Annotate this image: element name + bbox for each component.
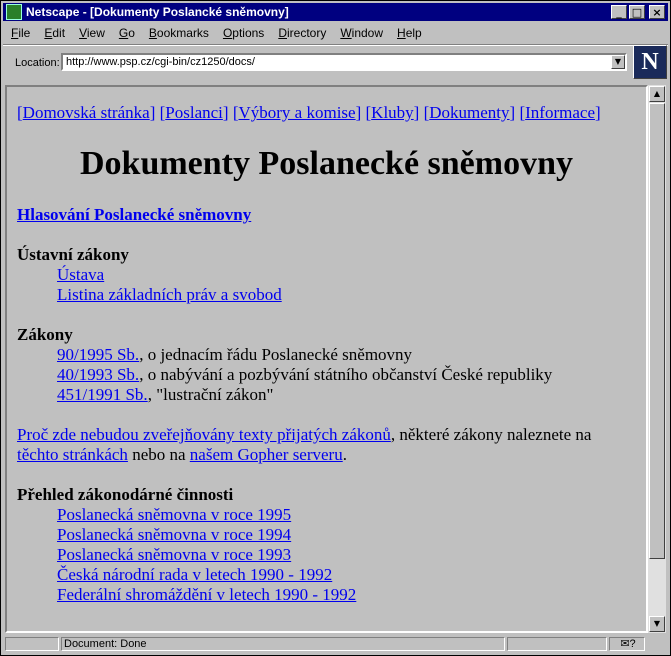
menu-edit[interactable]: Edit: [36, 26, 71, 40]
publication-note-continued: těchto stránkách nebo na našem Gopher se…: [17, 445, 347, 465]
law-item: 90/1995 Sb., o jednacím řádu Poslanecké …: [57, 345, 412, 365]
nav-link-deputies[interactable]: Poslanci: [165, 103, 223, 122]
law-link-90-1995[interactable]: 90/1995 Sb.: [57, 345, 139, 364]
close-button[interactable]: ×: [649, 5, 665, 19]
menu-help[interactable]: Help: [389, 26, 428, 40]
location-label: Location:: [15, 57, 60, 69]
nav-link-documents[interactable]: Dokumenty: [429, 103, 509, 122]
vertical-scrollbar[interactable]: ▲ ▼: [648, 85, 666, 633]
status-bar: Document: Done ✉?: [3, 635, 668, 653]
browser-window: Netscape - [Dokumenty Poslancké sněmovny…: [0, 0, 671, 656]
scroll-down-button[interactable]: ▼: [649, 616, 665, 632]
maximize-button[interactable]: □: [629, 5, 645, 19]
menu-window[interactable]: Window: [332, 26, 389, 40]
nav-link-home[interactable]: Domovská stránka: [23, 103, 150, 122]
page-title: Dokumenty Poslanecké sněmovny: [79, 145, 574, 182]
why-not-published-link[interactable]: Proč zde nebudou zveřejňovány texty přij…: [17, 425, 391, 444]
overview-link-1994[interactable]: Poslanecká sněmovna v roce 1994: [57, 525, 291, 544]
menu-bookmarks[interactable]: Bookmarks: [141, 26, 215, 40]
nav-link-committees[interactable]: Výbory a komise: [238, 103, 355, 122]
law-link-451-1991[interactable]: 451/1991 Sb.: [57, 385, 148, 404]
law-link-40-1993[interactable]: 40/1993 Sb.: [57, 365, 139, 384]
constitutional-laws-heading: Ústavní zákony: [17, 245, 129, 264]
location-url: http://www.psp.cz/cgi-bin/cz1250/docs/: [66, 56, 255, 68]
nav-link-information[interactable]: Informace: [525, 103, 595, 122]
netscape-logo-icon[interactable]: N: [633, 45, 667, 79]
gopher-server-link[interactable]: našem Gopher serveru: [190, 445, 343, 464]
location-bar: Location: http://www.psp.cz/cgi-bin/cz12…: [3, 45, 668, 79]
location-dropdown-button[interactable]: ▼: [611, 55, 625, 69]
menu-file[interactable]: File: [3, 26, 36, 40]
menu-options[interactable]: Options: [215, 26, 270, 40]
voting-link[interactable]: Hlasování Poslanecké sněmovny: [17, 205, 251, 224]
legislative-overview-heading: Přehled zákonodárné činnosti: [17, 485, 234, 504]
site-navigation: [Domovská stránka] [Poslanci] [Výbory a …: [17, 103, 601, 122]
minimize-button[interactable]: _: [611, 5, 627, 19]
window-title: Netscape - [Dokumenty Poslancké sněmovny…: [26, 5, 289, 19]
mail-icon[interactable]: ✉?: [609, 637, 645, 651]
toolbar-divider: [3, 44, 668, 46]
law-description: , o jednacím řádu Poslanecké sněmovny: [139, 345, 413, 364]
menu-bar: File Edit View Go Bookmarks Options Dire…: [3, 23, 668, 42]
law-description: , o nabývání a pozbývání státního občans…: [139, 365, 553, 384]
publication-note: Proč zde nebudou zveřejňovány texty přij…: [17, 425, 591, 445]
note-text: .: [342, 445, 347, 464]
scroll-thumb[interactable]: [649, 103, 665, 559]
overview-link-cnr-1990-1992[interactable]: Česká národní rada v letech 1990 - 1992: [57, 565, 332, 584]
overview-link-1995[interactable]: Poslanecká sněmovna v roce 1995: [57, 505, 291, 524]
page-content: [Domovská stránka] [Poslanci] [Výbory a …: [5, 85, 648, 633]
menu-go[interactable]: Go: [111, 26, 141, 40]
nav-link-clubs[interactable]: Kluby: [371, 103, 414, 122]
note-text: , některé zákony naleznete na: [390, 425, 592, 444]
scroll-up-button[interactable]: ▲: [649, 86, 665, 102]
menu-directory[interactable]: Directory: [270, 26, 332, 40]
law-item: 451/1991 Sb., "lustrační zákon": [57, 385, 273, 405]
laws-heading: Zákony: [17, 325, 73, 344]
netscape-app-icon[interactable]: [6, 4, 22, 20]
menu-view[interactable]: View: [71, 26, 111, 40]
law-description: , "lustrační zákon": [147, 385, 274, 404]
location-input[interactable]: http://www.psp.cz/cgi-bin/cz1250/docs/ ▼: [61, 53, 627, 71]
title-bar[interactable]: Netscape - [Dokumenty Poslancké sněmovny…: [3, 3, 668, 21]
overview-link-1993[interactable]: Poslanecká sněmovna v roce 1993: [57, 545, 291, 564]
status-text: Document: Done: [61, 637, 505, 651]
charter-link[interactable]: Listina základních práv a svobod: [57, 285, 282, 304]
law-item: 40/1993 Sb., o nabývání a pozbývání stát…: [57, 365, 552, 385]
these-pages-link[interactable]: těchto stránkách: [17, 445, 128, 464]
constitution-link[interactable]: Ústava: [57, 265, 104, 284]
security-key-icon[interactable]: [5, 637, 59, 651]
note-text: nebo na: [127, 445, 190, 464]
progress-panel: [507, 637, 607, 651]
overview-link-federal-1990-1992[interactable]: Federální shromáždění v letech 1990 - 19…: [57, 585, 356, 604]
